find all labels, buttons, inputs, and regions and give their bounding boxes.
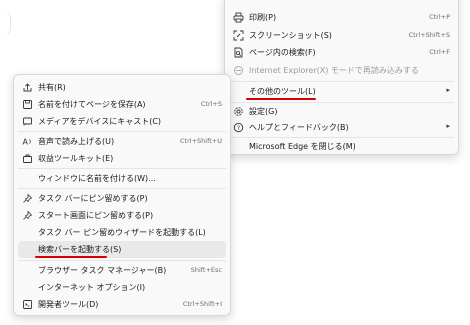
dev-tools-icon	[22, 299, 33, 310]
menu-item-print[interactable]: 印刷(P) Ctrl+P	[225, 9, 458, 26]
chevron-right-icon: ▸	[446, 86, 450, 94]
menu-item-label: Microsoft Edge を閉じる(M)	[249, 142, 356, 151]
menu-item-label: 設定(G)	[249, 107, 278, 116]
menu-item-shortcut: Shift+Esc	[190, 266, 222, 274]
pin-start-icon	[22, 210, 33, 221]
menu-item-label: ヘルプとフィードバック(B)	[249, 123, 349, 132]
menu-item-shortcut: Ctrl+F	[429, 48, 450, 56]
menu-item-label: 検索バーを起動する(S)	[38, 245, 122, 254]
red-underline-annotation	[246, 98, 316, 100]
settings-icon	[233, 106, 244, 117]
menu-item-read-aloud[interactable]: A 音声で読み上げる(U) Ctrl+Shift+U	[14, 133, 230, 150]
menu-item-shortcut: Ctrl+Shift+I	[182, 300, 222, 308]
menu-item-label: タスク バー ピン留めウィザードを起動する(L)	[38, 228, 206, 237]
menu-item-label: タスク バーにピン留めする(P)	[38, 194, 148, 203]
menu-item-pin-taskbar[interactable]: タスク バーにピン留めする(P)	[14, 190, 230, 207]
screenshot-icon	[233, 30, 244, 41]
menu-item-dev-tools[interactable]: 開発者ツール(D) Ctrl+Shift+I	[14, 296, 230, 313]
menu-item-shortcut: Ctrl+P	[429, 13, 450, 21]
menu-separator	[229, 81, 454, 82]
save-page-icon	[22, 99, 33, 110]
menu-item-share[interactable]: 共有(R)	[14, 79, 230, 96]
menu-item-internet-options[interactable]: インターネット オプション(I)	[14, 279, 230, 296]
menu-item-label: ページ内の検索(F)	[249, 48, 316, 57]
more-tools-submenu: 共有(R) 名前を付けてページを保存(A) Ctrl+S メディアをデバイスにキ…	[13, 74, 231, 316]
print-icon	[233, 12, 244, 23]
menu-separator	[18, 131, 226, 132]
pin-taskbar-icon	[22, 193, 33, 204]
help-icon: ?	[233, 122, 244, 133]
menu-item-label: その他のツール(L)	[249, 87, 316, 96]
chevron-right-icon: ▸	[446, 122, 450, 130]
ie-mode-icon	[233, 65, 244, 76]
menu-item-label: 収益ツールキット(E)	[38, 154, 114, 163]
menu-item-screenshot[interactable]: スクリーンショット(S) Ctrl+Shift+S	[225, 27, 458, 44]
menu-item-label: 開発者ツール(D)	[38, 300, 99, 309]
menu-item-name-window[interactable]: ウィンドウに名前を付ける(W)...	[14, 170, 230, 187]
menu-item-close-edge[interactable]: Microsoft Edge を閉じる(M)	[225, 138, 458, 155]
main-settings-menu: 印刷(P) Ctrl+P スクリーンショット(S) Ctrl+Shift+S ペ…	[224, 0, 459, 155]
menu-item-label: ブラウザー タスク マネージャー(B)	[38, 266, 167, 275]
menu-item-label: 名前を付けてページを保存(A)	[38, 100, 146, 109]
menu-item-help-feedback[interactable]: ? ヘルプとフィードバック(B) ▸	[225, 119, 458, 136]
menu-item-label: スクリーンショット(S)	[249, 31, 332, 40]
menu-separator	[18, 188, 226, 189]
menu-item-label: 印刷(P)	[249, 13, 277, 22]
menu-item-revenue-toolkit[interactable]: 収益ツールキット(E)	[14, 150, 230, 167]
menu-item-label: インターネット オプション(I)	[38, 283, 146, 292]
menu-item-label: ウィンドウに名前を付ける(W)...	[38, 174, 156, 183]
red-underline-annotation	[35, 256, 107, 258]
menu-item-label: 共有(R)	[38, 83, 66, 92]
menu-item-shortcut: Ctrl+Shift+U	[180, 137, 222, 145]
cast-icon	[22, 116, 33, 127]
menu-item-label: メディアをデバイスにキャスト(C)	[38, 117, 162, 126]
find-in-page-icon	[233, 47, 244, 58]
menu-separator	[18, 168, 226, 169]
svg-text:A: A	[23, 138, 29, 147]
toolkit-icon	[22, 153, 33, 164]
menu-item-ie-mode[interactable]: Internet Explorer(X) モードで再読み込みする	[225, 62, 458, 79]
menu-item-label: Internet Explorer(X) モードで再読み込みする	[249, 66, 419, 75]
share-icon	[22, 82, 33, 93]
background-window-edge	[0, 10, 11, 36]
menu-item-taskbar-pin-wizard[interactable]: タスク バー ピン留めウィザードを起動する(L)	[14, 224, 230, 241]
svg-text:?: ?	[237, 125, 240, 132]
read-aloud-icon: A	[22, 136, 33, 147]
menu-item-settings[interactable]: 設定(G)	[225, 103, 458, 120]
menu-item-pin-start[interactable]: スタート画面にピン留めする(P)	[14, 207, 230, 224]
menu-item-cast-media[interactable]: メディアをデバイスにキャスト(C)	[14, 113, 230, 130]
menu-item-label: 音声で読み上げる(U)	[38, 137, 115, 146]
menu-item-shortcut: Ctrl+Shift+S	[408, 31, 450, 39]
menu-item-find-in-page[interactable]: ページ内の検索(F) Ctrl+F	[225, 44, 458, 61]
menu-item-task-manager[interactable]: ブラウザー タスク マネージャー(B) Shift+Esc	[14, 262, 230, 279]
menu-item-save-page[interactable]: 名前を付けてページを保存(A) Ctrl+S	[14, 96, 230, 113]
menu-item-label: スタート画面にピン留めする(P)	[38, 211, 154, 220]
menu-item-shortcut: Ctrl+S	[200, 100, 222, 108]
menu-separator	[18, 260, 226, 261]
